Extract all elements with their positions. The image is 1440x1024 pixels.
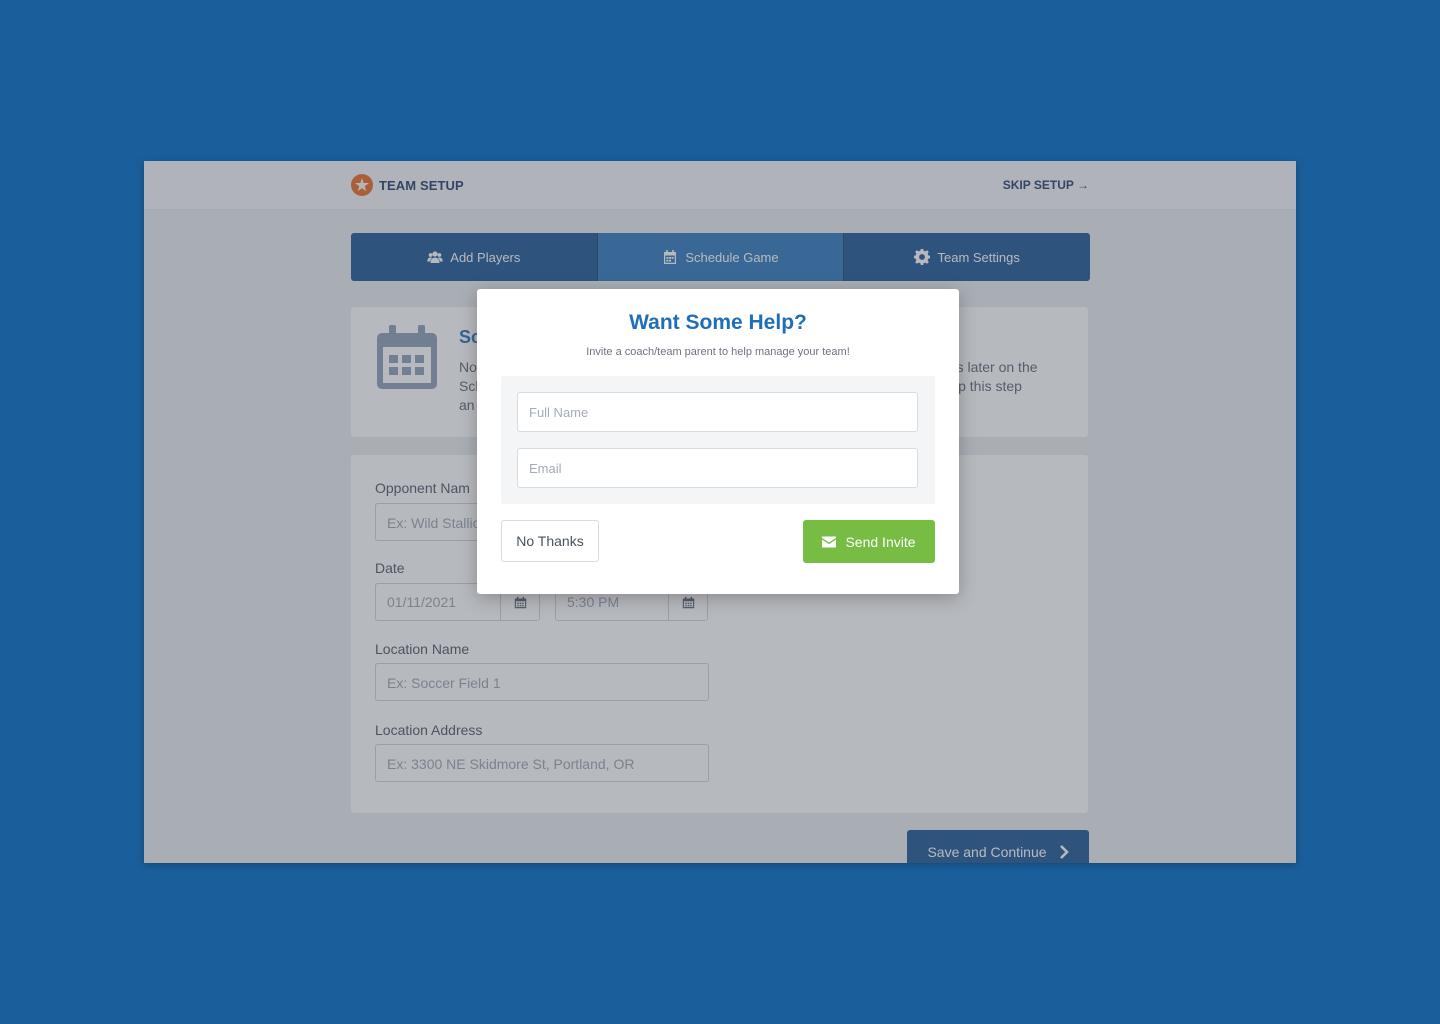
email-input[interactable]: Email <box>517 448 918 488</box>
help-modal: Want Some Help? Invite a coach/team pare… <box>477 289 959 594</box>
no-thanks-button[interactable]: No Thanks <box>501 520 599 562</box>
full-name-input[interactable]: Full Name <box>517 392 918 432</box>
app-window: TEAM SETUP SKIP SETUP → Add Players Sche… <box>144 161 1296 863</box>
send-invite-label: Send Invite <box>845 533 916 550</box>
modal-subtitle: Invite a coach/team parent to help manag… <box>586 346 850 358</box>
send-invite-button[interactable]: Send Invite <box>803 520 935 563</box>
invite-form: Full Name Email <box>501 376 935 504</box>
modal-title: Want Some Help? <box>629 311 807 334</box>
envelope-icon <box>822 536 837 547</box>
